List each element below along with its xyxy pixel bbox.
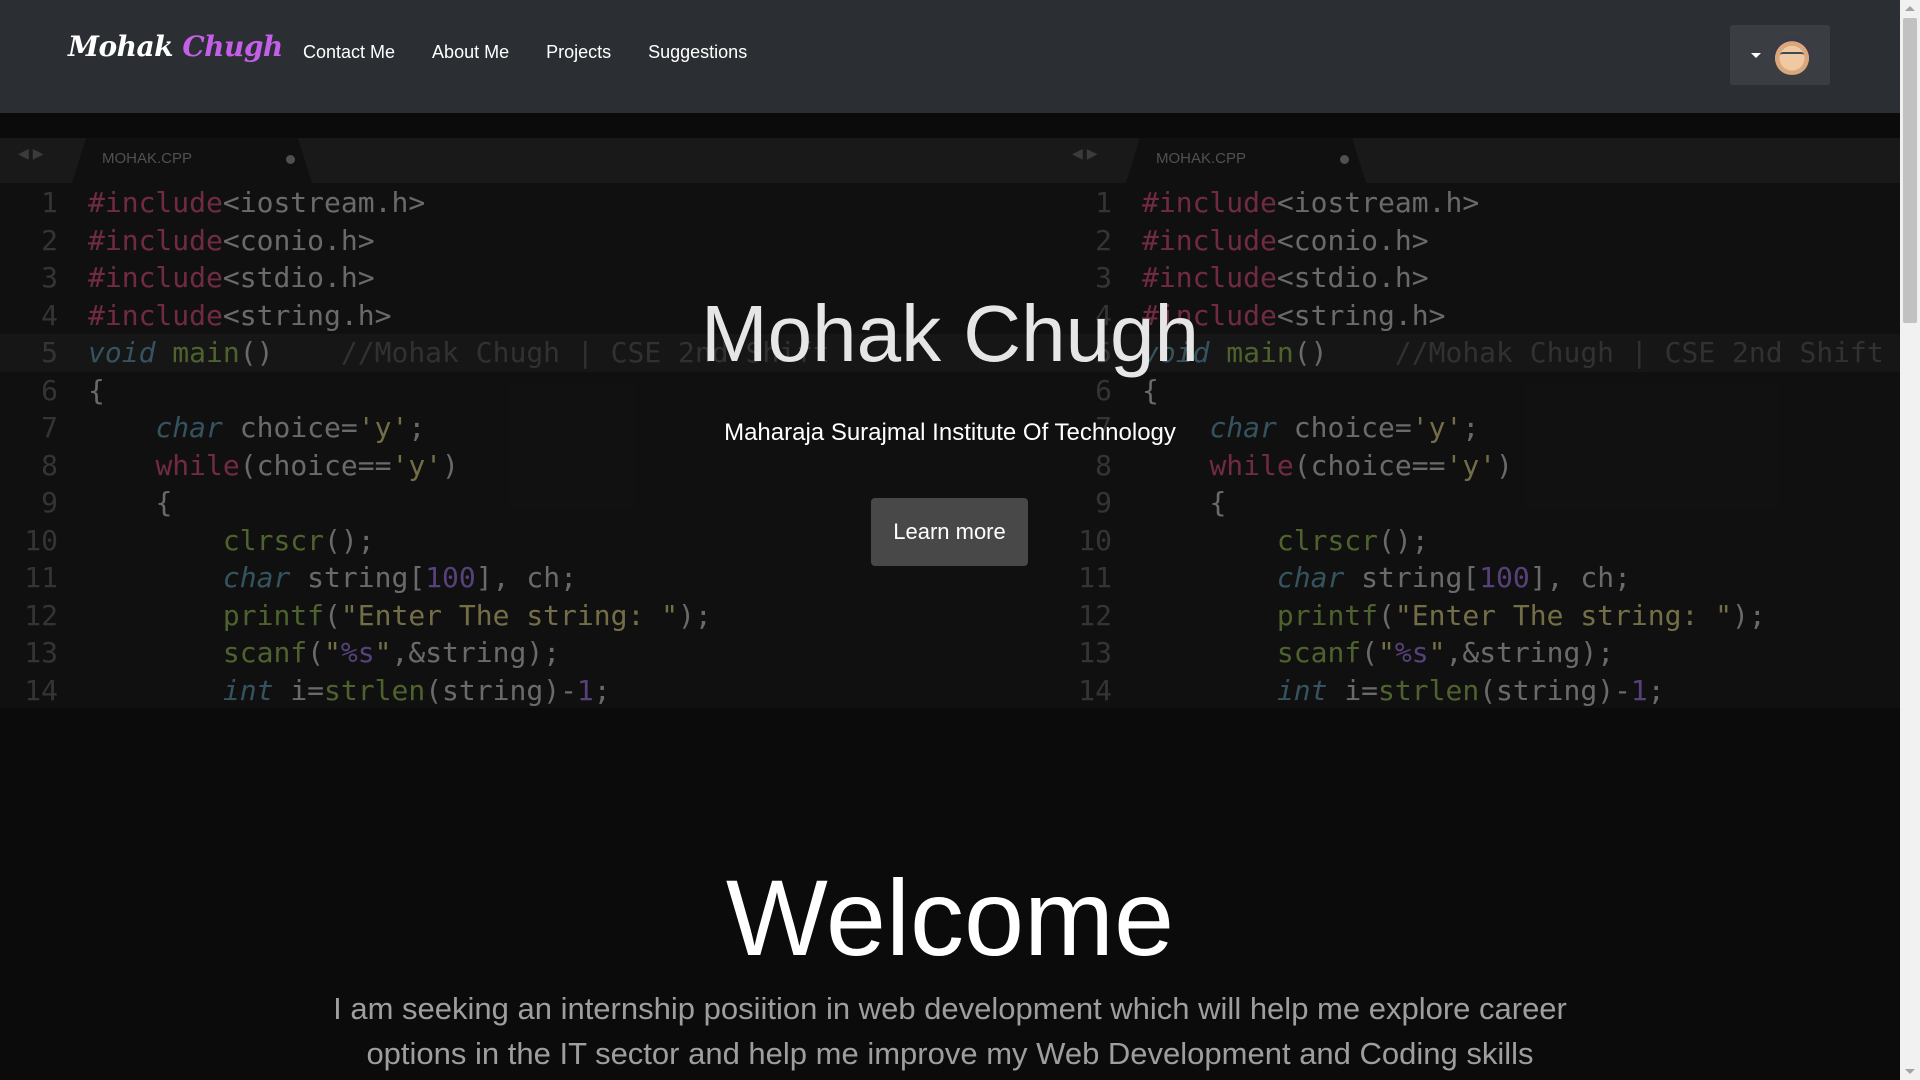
caret-down-icon xyxy=(1751,53,1761,58)
scroll-down-arrow-icon[interactable] xyxy=(1905,1069,1915,1074)
learn-more-button[interactable]: Learn more xyxy=(871,498,1028,566)
nav-link-projects[interactable]: Projects xyxy=(546,42,611,63)
nav-link-contact[interactable]: Contact Me xyxy=(303,42,395,63)
welcome-heading: Welcome xyxy=(725,857,1175,978)
scroll-thumb[interactable] xyxy=(1903,18,1917,323)
brand-first-name: Mohak xyxy=(68,30,174,63)
brand-logo[interactable]: Mohak Chugh xyxy=(68,30,283,63)
nav-links: Contact Me About Me Projects Suggestions xyxy=(303,42,784,63)
navbar: Mohak Chugh Contact Me About Me Projects… xyxy=(0,0,1900,113)
scroll-up-arrow-icon[interactable] xyxy=(1905,6,1915,11)
nav-link-suggestions[interactable]: Suggestions xyxy=(648,42,747,63)
brand-last-name: Chugh xyxy=(182,30,283,63)
hero-banner: ◀▶ MOHAK.CPP 1 #include<iostream.h> 2 #incl… xyxy=(0,138,1900,708)
page-scrollbar[interactable] xyxy=(1900,0,1920,1080)
welcome-text: I am seeking an internship posiition in … xyxy=(333,991,1567,1071)
hero-subtitle: Maharaja Surajmal Institute Of Technolog… xyxy=(724,419,1176,446)
nav-link-about[interactable]: About Me xyxy=(432,42,509,63)
avatar xyxy=(1772,35,1812,75)
user-menu-dropdown[interactable] xyxy=(1730,25,1830,85)
hero-title: Mohak Chugh xyxy=(700,289,1200,378)
